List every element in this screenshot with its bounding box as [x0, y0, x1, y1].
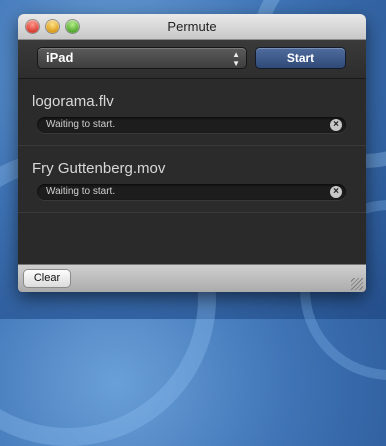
window-title: Permute [167, 19, 217, 34]
bottom-bar: Clear [18, 264, 366, 292]
toolbar: iPad ▲ ▼ Start [18, 40, 366, 79]
status-text: Waiting to start. [46, 186, 116, 197]
job-list: logorama.flv Waiting to start. × Fry Gut… [18, 79, 366, 264]
start-button[interactable]: Start [256, 48, 345, 68]
title-bar[interactable]: Permute [18, 14, 366, 40]
clear-button[interactable]: Clear [24, 270, 70, 287]
job-file-name: Fry Guttenberg.mov [32, 160, 166, 177]
permute-window: Permute iPad ▲ ▼ Start logorama.flv Waiti… [18, 14, 366, 292]
cancel-icon[interactable]: × [330, 186, 342, 198]
list-item[interactable]: Fry Guttenberg.mov Waiting to start. × [18, 146, 366, 213]
status-text: Waiting to start. [46, 119, 116, 130]
job-file-name: logorama.flv [32, 93, 114, 110]
up-down-arrows-icon: ▲ ▼ [232, 50, 240, 68]
resize-grip-icon[interactable] [351, 278, 363, 290]
status-bar: Waiting to start. × [37, 117, 346, 133]
list-item[interactable]: logorama.flv Waiting to start. × [18, 79, 366, 146]
status-bar: Waiting to start. × [37, 184, 346, 200]
preset-select[interactable]: iPad ▲ ▼ [38, 48, 246, 68]
preset-value: iPad [46, 50, 74, 65]
cancel-icon[interactable]: × [330, 119, 342, 131]
